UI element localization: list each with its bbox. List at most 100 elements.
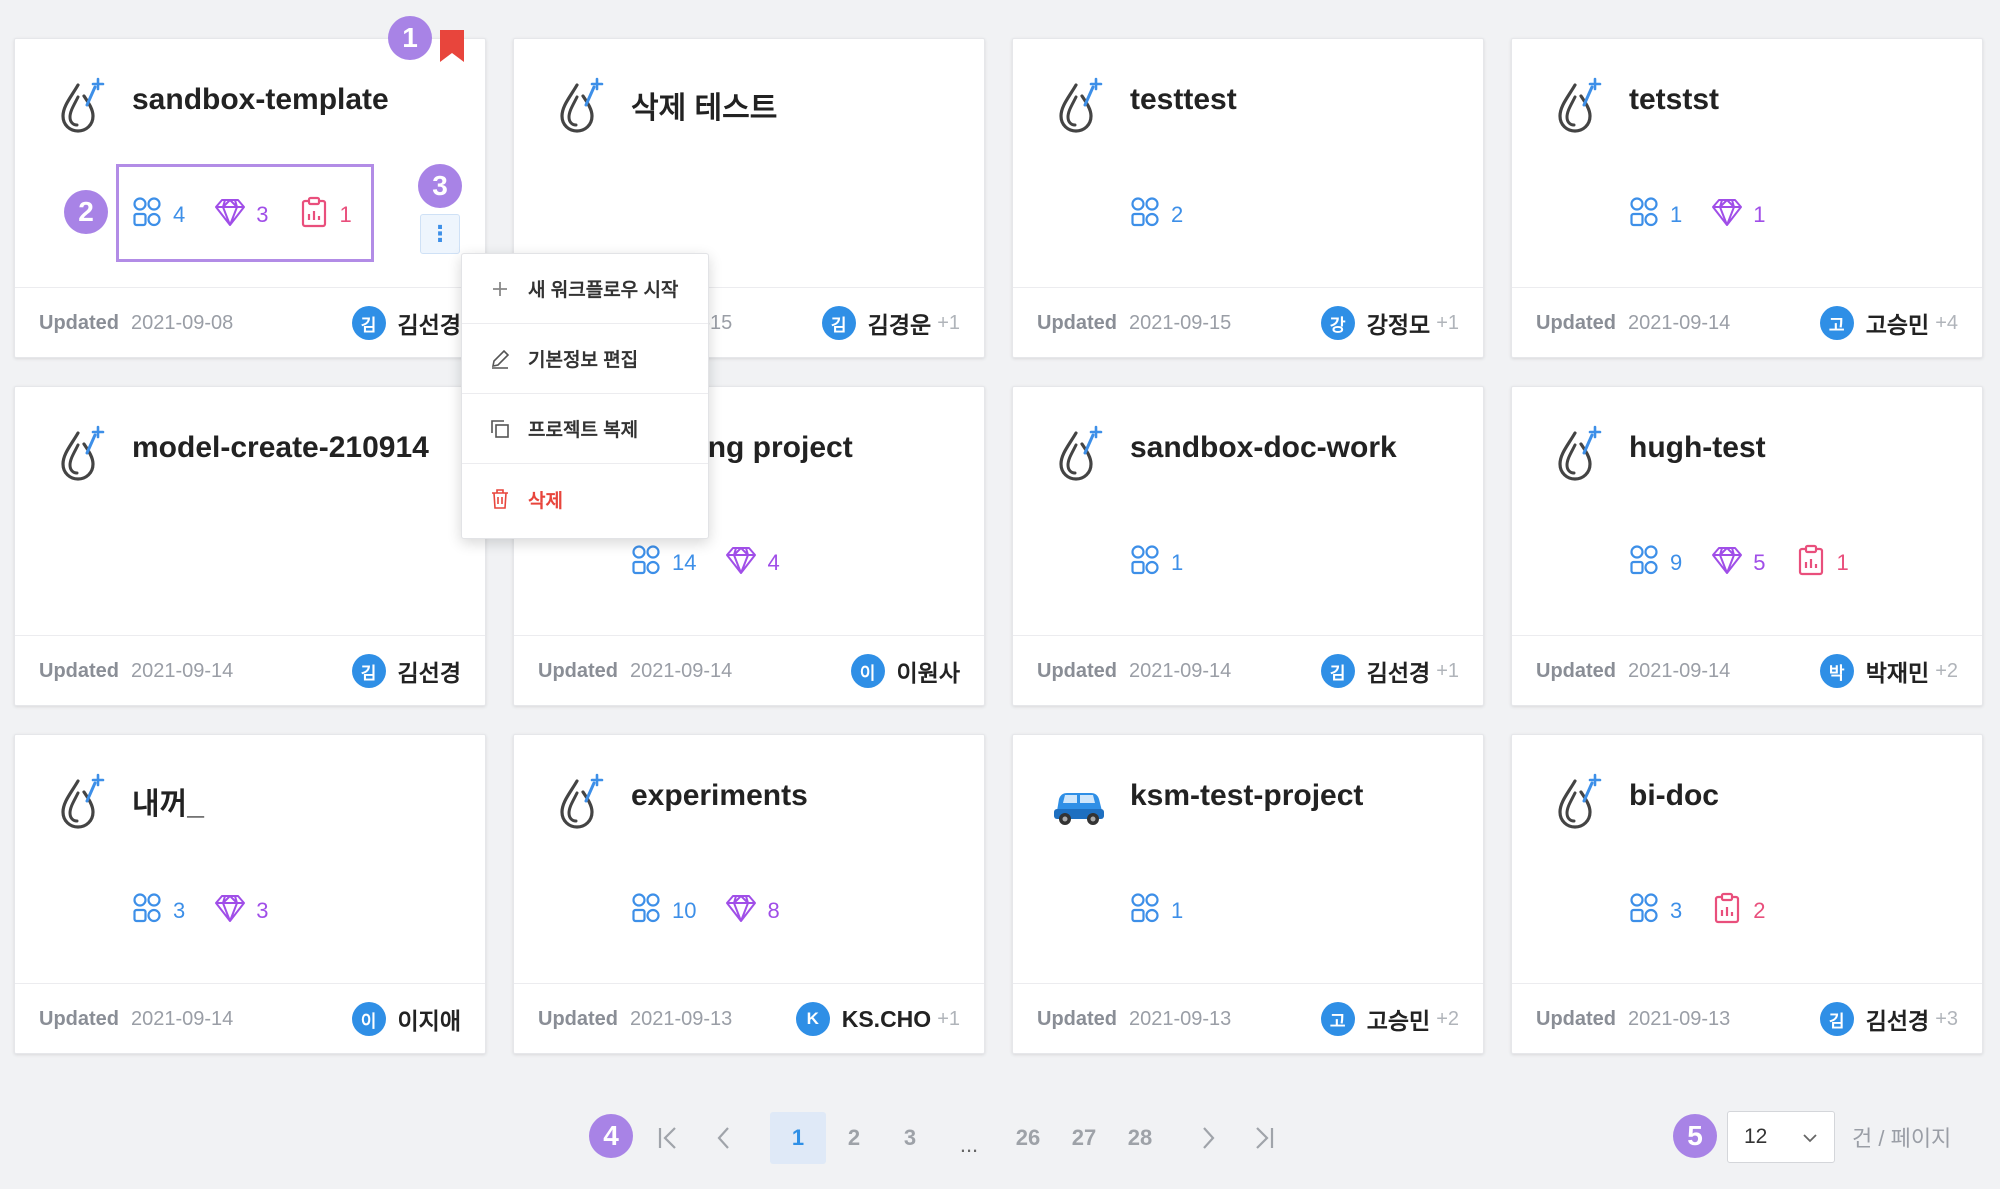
avatar: 김: [821, 306, 856, 340]
workflow-count: 1: [1128, 891, 1183, 931]
drop-sparkle-icon: [51, 75, 111, 135]
updated-info: Updated2021-09-15: [1037, 311, 1232, 334]
prev-page-button[interactable]: [696, 1112, 752, 1164]
project-card[interactable]: sandbox-doc-work 1 Updated 2021-09-14 김 김…: [1012, 386, 1484, 706]
owner-name: 김선경: [397, 312, 461, 338]
owner-info: 이 이지애: [351, 1002, 461, 1036]
updated-info: Updated 2021-09-14: [1536, 659, 1731, 682]
workflow-icon: [629, 543, 663, 583]
page-button-1[interactable]: 1: [770, 1112, 826, 1164]
menu-item-delete[interactable]: 삭제: [462, 464, 708, 534]
workflow-count: 1: [1128, 543, 1183, 583]
callout-badge-5: 5: [1673, 1114, 1717, 1158]
owner-name: 김선경: [1865, 1008, 1930, 1034]
page-button-26[interactable]: 26: [1000, 1112, 1056, 1164]
project-title[interactable]: ksm-test-project: [1130, 779, 1363, 813]
project-card[interactable]: experiments 10 8 Updated 2021-09-13 K KS.C…: [513, 734, 985, 1054]
updated-date: 2021-09-14: [131, 1007, 234, 1030]
project-title[interactable]: testtest: [1130, 83, 1237, 117]
callout-badge-4: 4: [589, 1114, 633, 1158]
model-count: 8: [724, 891, 780, 931]
updated-date: 2021-09-14: [1129, 659, 1232, 682]
project-card[interactable]: model-create-210914 Updated 2021-09-14 김 …: [14, 386, 486, 706]
menu-item-new-workflow[interactable]: 새 워크플로우 시작: [462, 254, 708, 324]
project-title[interactable]: tetstst: [1629, 83, 1719, 117]
card-footer: Updated 2021-09-14 이 이지애: [39, 983, 461, 1055]
menu-item-edit-info[interactable]: 기본정보 편집: [462, 324, 708, 394]
updated-info: Updated 2021-09-13: [1536, 1007, 1731, 1030]
workflow-icon: [1128, 543, 1162, 583]
next-page-button[interactable]: [1180, 1112, 1236, 1164]
owner-info: 이 이원사: [850, 654, 960, 688]
page-button-28[interactable]: 28: [1112, 1112, 1168, 1164]
callout-badge-3: 3: [418, 164, 462, 208]
updated-info: Updated 2021-09-14: [1536, 311, 1731, 334]
project-title[interactable]: experiments: [631, 779, 808, 813]
project-stats: 1: [1128, 539, 1183, 587]
more-options-button[interactable]: ⋮: [420, 214, 460, 254]
card-footer: Updated 2021-09-14 박 박재민 +2: [1536, 635, 1958, 707]
member-extra-count: +4: [1935, 311, 1958, 334]
card-footer: Updated 2021-09-15 강 강정모 +1: [1037, 287, 1459, 359]
pagination: 1 2 3 ... 26 27 28: [640, 1112, 1292, 1164]
owner-name: 김선경: [1366, 660, 1431, 686]
per-page-select[interactable]: 12: [1727, 1111, 1835, 1163]
project-title[interactable]: model-create-210914: [132, 431, 429, 465]
diamond-icon: [1710, 543, 1744, 583]
project-card[interactable]: tetstst 11 Updated 2021-09-14 고 고승민 +4: [1511, 38, 1983, 358]
drop-sparkle-icon: [550, 75, 610, 135]
bookmark-icon[interactable]: [438, 28, 466, 64]
project-title[interactable]: hugh-test: [1629, 431, 1766, 465]
per-page-value: 12: [1744, 1125, 1768, 1148]
member-extra-count: +2: [1436, 1007, 1459, 1030]
plus-icon: [488, 277, 512, 301]
workflow-count: 10: [629, 891, 696, 931]
updated-info: Updated 2021-09-08: [39, 311, 234, 334]
updated-info: Updated 2021-09-14: [39, 659, 234, 682]
owner-name: 박재민: [1865, 660, 1930, 686]
menu-item-label: 새 워크플로우 시작: [528, 280, 679, 301]
card-footer: Updated 2021-09-13 김 김선경 +3: [1536, 983, 1958, 1055]
menu-item-label: 삭제: [528, 490, 563, 512]
workflow-icon: [1627, 195, 1661, 235]
workflow-icon: [1128, 195, 1162, 235]
owner-info: 김 김선경: [351, 654, 461, 688]
first-page-button[interactable]: [640, 1112, 696, 1164]
project-card[interactable]: ksm-test-project 1 Updated 2021-09-13 고 고…: [1012, 734, 1484, 1054]
avatar: 김: [1819, 1002, 1854, 1036]
diamond-icon: [1710, 195, 1744, 235]
owner-info: 강 강정모 +1: [1320, 306, 1459, 340]
project-title[interactable]: sandbox-template: [132, 83, 389, 117]
project-title[interactable]: 내꺼_: [132, 779, 204, 823]
project-stats: 14 4: [629, 539, 780, 587]
owner-info: 김 김선경 +3: [1819, 1002, 1958, 1036]
menu-item-duplicate[interactable]: 프로젝트 복제: [462, 394, 708, 464]
avatar: 이: [850, 654, 885, 688]
project-card[interactable]: testtest 2 Updated 2021-09-15 강 강정모 +1: [1012, 38, 1484, 358]
page-button-2[interactable]: 2: [826, 1112, 882, 1164]
project-card[interactable]: 내꺼_ 33 Updated 2021-09-14 이 이지애: [14, 734, 486, 1054]
project-stats: 2: [1128, 191, 1183, 239]
updated-date: 2021-09-14: [630, 659, 733, 682]
page-button-27[interactable]: 27: [1056, 1112, 1112, 1164]
page-button-3[interactable]: 3: [882, 1112, 938, 1164]
updated-info: Updated 2021-09-14: [538, 659, 733, 682]
card-footer: Updated 2021-09-13 K KS.CHO +1: [538, 983, 960, 1055]
last-page-button[interactable]: [1236, 1112, 1292, 1164]
project-title[interactable]: sandbox-doc-work: [1130, 431, 1397, 465]
updated-date: 2021-09-15: [1129, 311, 1232, 334]
project-stats: 951: [1627, 539, 1849, 587]
project-card[interactable]: bi-doc 32 Updated 2021-09-13 김 김선경 +3: [1511, 734, 1983, 1054]
owner-info: 박 박재민 +2: [1819, 654, 1958, 688]
updated-date: 2021-09-13: [1129, 1007, 1232, 1030]
model-count: 3: [213, 891, 269, 931]
project-title[interactable]: 삭제 테스트: [631, 83, 777, 127]
menu-item-label: 프로젝트 복제: [528, 420, 639, 441]
callout-badge-1: 1: [388, 16, 432, 60]
project-title[interactable]: bi-doc: [1629, 779, 1719, 813]
callout-badge-2: 2: [64, 190, 108, 234]
diamond-icon: [724, 891, 758, 931]
project-card[interactable]: hugh-test 951 Updated 2021-09-14 박 박재민 +2: [1511, 386, 1983, 706]
per-page-label: 건 / 페이지: [1852, 1126, 1952, 1151]
avatar: 이: [351, 1002, 386, 1036]
